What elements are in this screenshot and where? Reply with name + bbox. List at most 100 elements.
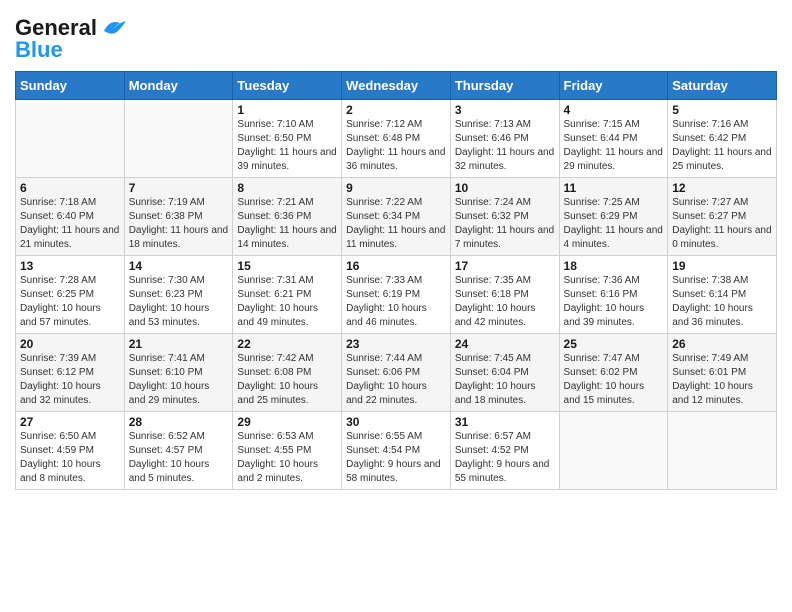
day-number: 13 (20, 259, 120, 273)
day-number: 12 (672, 181, 772, 195)
header: General Blue (15, 10, 777, 63)
day-number: 3 (455, 103, 555, 117)
day-number: 9 (346, 181, 446, 195)
calendar-cell: 27Sunrise: 6:50 AMSunset: 4:59 PMDayligh… (16, 412, 125, 490)
day-detail: Sunrise: 7:12 AMSunset: 6:48 PMDaylight:… (346, 118, 446, 174)
day-detail: Sunrise: 7:15 AMSunset: 6:44 PMDaylight:… (564, 118, 664, 174)
day-number: 6 (20, 181, 120, 195)
calendar-cell (124, 100, 233, 178)
calendar-cell: 22Sunrise: 7:42 AMSunset: 6:08 PMDayligh… (233, 334, 342, 412)
weekday-header-saturday: Saturday (668, 72, 777, 100)
day-detail: Sunrise: 7:22 AMSunset: 6:34 PMDaylight:… (346, 196, 446, 252)
calendar-table: SundayMondayTuesdayWednesdayThursdayFrid… (15, 71, 777, 490)
calendar-cell: 23Sunrise: 7:44 AMSunset: 6:06 PMDayligh… (342, 334, 451, 412)
calendar-cell: 26Sunrise: 7:49 AMSunset: 6:01 PMDayligh… (668, 334, 777, 412)
calendar-week-row: 1Sunrise: 7:10 AMSunset: 6:50 PMDaylight… (16, 100, 777, 178)
calendar-cell: 31Sunrise: 6:57 AMSunset: 4:52 PMDayligh… (450, 412, 559, 490)
day-detail: Sunrise: 7:45 AMSunset: 6:04 PMDaylight:… (455, 352, 555, 408)
day-detail: Sunrise: 7:21 AMSunset: 6:36 PMDaylight:… (237, 196, 337, 252)
day-detail: Sunrise: 6:52 AMSunset: 4:57 PMDaylight:… (129, 430, 229, 486)
calendar-week-row: 6Sunrise: 7:18 AMSunset: 6:40 PMDaylight… (16, 178, 777, 256)
calendar-cell: 6Sunrise: 7:18 AMSunset: 6:40 PMDaylight… (16, 178, 125, 256)
day-detail: Sunrise: 7:35 AMSunset: 6:18 PMDaylight:… (455, 274, 555, 330)
day-detail: Sunrise: 6:55 AMSunset: 4:54 PMDaylight:… (346, 430, 446, 486)
calendar-cell: 10Sunrise: 7:24 AMSunset: 6:32 PMDayligh… (450, 178, 559, 256)
day-detail: Sunrise: 7:33 AMSunset: 6:19 PMDaylight:… (346, 274, 446, 330)
day-number: 10 (455, 181, 555, 195)
day-detail: Sunrise: 7:16 AMSunset: 6:42 PMDaylight:… (672, 118, 772, 174)
day-number: 8 (237, 181, 337, 195)
day-detail: Sunrise: 7:10 AMSunset: 6:50 PMDaylight:… (237, 118, 337, 174)
day-detail: Sunrise: 7:19 AMSunset: 6:38 PMDaylight:… (129, 196, 229, 252)
day-number: 19 (672, 259, 772, 273)
calendar-cell: 29Sunrise: 6:53 AMSunset: 4:55 PMDayligh… (233, 412, 342, 490)
day-number: 2 (346, 103, 446, 117)
day-number: 25 (564, 337, 664, 351)
day-number: 28 (129, 415, 229, 429)
calendar-cell: 24Sunrise: 7:45 AMSunset: 6:04 PMDayligh… (450, 334, 559, 412)
day-number: 7 (129, 181, 229, 195)
calendar-cell: 2Sunrise: 7:12 AMSunset: 6:48 PMDaylight… (342, 100, 451, 178)
weekday-header-sunday: Sunday (16, 72, 125, 100)
weekday-header-tuesday: Tuesday (233, 72, 342, 100)
day-number: 15 (237, 259, 337, 273)
logo-bird-icon (100, 17, 128, 39)
day-detail: Sunrise: 7:18 AMSunset: 6:40 PMDaylight:… (20, 196, 120, 252)
calendar-cell (559, 412, 668, 490)
day-number: 4 (564, 103, 664, 117)
day-detail: Sunrise: 7:27 AMSunset: 6:27 PMDaylight:… (672, 196, 772, 252)
day-detail: Sunrise: 7:31 AMSunset: 6:21 PMDaylight:… (237, 274, 337, 330)
day-detail: Sunrise: 6:53 AMSunset: 4:55 PMDaylight:… (237, 430, 337, 486)
calendar-cell: 21Sunrise: 7:41 AMSunset: 6:10 PMDayligh… (124, 334, 233, 412)
calendar-cell: 1Sunrise: 7:10 AMSunset: 6:50 PMDaylight… (233, 100, 342, 178)
day-number: 27 (20, 415, 120, 429)
weekday-header-thursday: Thursday (450, 72, 559, 100)
calendar-cell: 25Sunrise: 7:47 AMSunset: 6:02 PMDayligh… (559, 334, 668, 412)
day-number: 20 (20, 337, 120, 351)
day-detail: Sunrise: 7:47 AMSunset: 6:02 PMDaylight:… (564, 352, 664, 408)
day-number: 26 (672, 337, 772, 351)
calendar-cell: 12Sunrise: 7:27 AMSunset: 6:27 PMDayligh… (668, 178, 777, 256)
day-number: 31 (455, 415, 555, 429)
calendar-cell: 5Sunrise: 7:16 AMSunset: 6:42 PMDaylight… (668, 100, 777, 178)
day-number: 5 (672, 103, 772, 117)
day-detail: Sunrise: 7:24 AMSunset: 6:32 PMDaylight:… (455, 196, 555, 252)
day-detail: Sunrise: 7:38 AMSunset: 6:14 PMDaylight:… (672, 274, 772, 330)
day-number: 24 (455, 337, 555, 351)
day-number: 29 (237, 415, 337, 429)
calendar-cell: 3Sunrise: 7:13 AMSunset: 6:46 PMDaylight… (450, 100, 559, 178)
weekday-header-wednesday: Wednesday (342, 72, 451, 100)
calendar-cell (668, 412, 777, 490)
logo-blue: Blue (15, 37, 63, 63)
calendar-header-row: SundayMondayTuesdayWednesdayThursdayFrid… (16, 72, 777, 100)
day-number: 1 (237, 103, 337, 117)
calendar-cell: 30Sunrise: 6:55 AMSunset: 4:54 PMDayligh… (342, 412, 451, 490)
calendar-cell: 9Sunrise: 7:22 AMSunset: 6:34 PMDaylight… (342, 178, 451, 256)
calendar-cell: 18Sunrise: 7:36 AMSunset: 6:16 PMDayligh… (559, 256, 668, 334)
day-detail: Sunrise: 6:57 AMSunset: 4:52 PMDaylight:… (455, 430, 555, 486)
calendar-week-row: 27Sunrise: 6:50 AMSunset: 4:59 PMDayligh… (16, 412, 777, 490)
day-detail: Sunrise: 7:44 AMSunset: 6:06 PMDaylight:… (346, 352, 446, 408)
calendar-cell: 14Sunrise: 7:30 AMSunset: 6:23 PMDayligh… (124, 256, 233, 334)
day-detail: Sunrise: 7:41 AMSunset: 6:10 PMDaylight:… (129, 352, 229, 408)
day-detail: Sunrise: 7:25 AMSunset: 6:29 PMDaylight:… (564, 196, 664, 252)
day-detail: Sunrise: 7:28 AMSunset: 6:25 PMDaylight:… (20, 274, 120, 330)
logo: General Blue (15, 10, 128, 63)
page: General Blue SundayMondayTuesdayWednesda… (0, 0, 792, 612)
day-number: 14 (129, 259, 229, 273)
day-number: 16 (346, 259, 446, 273)
calendar-week-row: 13Sunrise: 7:28 AMSunset: 6:25 PMDayligh… (16, 256, 777, 334)
weekday-header-friday: Friday (559, 72, 668, 100)
day-detail: Sunrise: 7:13 AMSunset: 6:46 PMDaylight:… (455, 118, 555, 174)
weekday-header-monday: Monday (124, 72, 233, 100)
day-number: 30 (346, 415, 446, 429)
day-detail: Sunrise: 7:36 AMSunset: 6:16 PMDaylight:… (564, 274, 664, 330)
calendar-cell: 20Sunrise: 7:39 AMSunset: 6:12 PMDayligh… (16, 334, 125, 412)
calendar-cell: 15Sunrise: 7:31 AMSunset: 6:21 PMDayligh… (233, 256, 342, 334)
calendar-cell: 19Sunrise: 7:38 AMSunset: 6:14 PMDayligh… (668, 256, 777, 334)
day-detail: Sunrise: 7:39 AMSunset: 6:12 PMDaylight:… (20, 352, 120, 408)
day-number: 18 (564, 259, 664, 273)
day-number: 21 (129, 337, 229, 351)
day-number: 22 (237, 337, 337, 351)
day-number: 17 (455, 259, 555, 273)
